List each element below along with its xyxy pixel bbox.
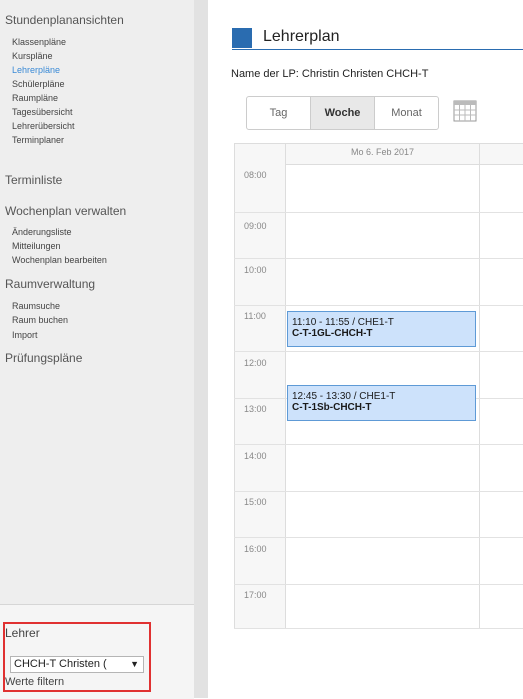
hour-label: 14:00 [244, 451, 267, 461]
nav-section-pruefungsplaene[interactable]: Prüfungspläne [5, 351, 82, 365]
teacher-select-value: CHCH-T Christen ( [14, 658, 107, 670]
event-course: C-T-1Sb-CHCH-T [292, 402, 372, 413]
hour-line [234, 305, 523, 306]
nav-item-tagesuebersicht[interactable]: Tagesübersicht [12, 107, 73, 117]
grid-line [234, 143, 235, 628]
hour-line [234, 258, 523, 259]
nav-item-lehreruebersicht[interactable]: Lehrerübersicht [12, 121, 75, 131]
hour-line [234, 628, 523, 629]
page-title: Lehrerplan [263, 28, 340, 45]
filter-label-lehrer: Lehrer [5, 626, 40, 640]
day-header[interactable]: Mo 6. Feb 2017 [286, 147, 479, 157]
view-month-button[interactable]: Monat [375, 97, 438, 129]
nav-section-raumverwaltung[interactable]: Raumverwaltung [5, 277, 95, 291]
nav-item-lehrerplaene[interactable]: Lehrerpläne [12, 65, 60, 75]
nav-item-import[interactable]: Import [12, 330, 38, 340]
filter-values-link[interactable]: Werte filtern [5, 676, 64, 688]
hour-label: 13:00 [244, 404, 267, 414]
hour-line [234, 584, 523, 585]
nav-section-stundenplanansichten[interactable]: Stundenplanansichten [5, 13, 124, 27]
dropdown-caret-icon: ▼ [130, 659, 139, 669]
hour-label: 15:00 [244, 497, 267, 507]
event-time: 11:10 - 11:55 / CHE1-T [292, 317, 394, 328]
sidebar-splitter[interactable] [194, 0, 208, 698]
view-switch: Tag Woche Monat [246, 96, 439, 130]
nav-item-terminplaner[interactable]: Terminplaner [12, 135, 64, 145]
calendar-event[interactable]: 11:10 - 11:55 / CHE1-T C-T-1GL-CHCH-T [287, 311, 476, 347]
title-marker-icon [232, 28, 252, 48]
hour-line [234, 491, 523, 492]
nav-item-raumsuche[interactable]: Raumsuche [12, 301, 60, 311]
calendar-icon[interactable] [453, 100, 477, 122]
hour-label: 08:00 [244, 170, 267, 180]
hour-label: 09:00 [244, 221, 267, 231]
grid-line [479, 143, 480, 628]
hour-line [234, 212, 523, 213]
nav-item-mitteilungen[interactable]: Mitteilungen [12, 241, 61, 251]
hour-label: 17:00 [244, 590, 267, 600]
calendar-event[interactable]: 12:45 - 13:30 / CHE1-T C-T-1Sb-CHCH-T [287, 385, 476, 421]
hour-line [234, 537, 523, 538]
sidebar: Stundenplanansichten Klassenpläne Kurspl… [0, 0, 194, 698]
title-divider [232, 49, 523, 50]
event-course: C-T-1GL-CHCH-T [292, 328, 373, 339]
nav-section-wochenplan[interactable]: Wochenplan verwalten [5, 204, 126, 218]
time-column [234, 163, 285, 628]
nav-item-wochenplan-bearbeiten[interactable]: Wochenplan bearbeiten [12, 255, 107, 265]
view-week-button[interactable]: Woche [311, 97, 375, 129]
hour-label: 16:00 [244, 544, 267, 554]
nav-item-klassenplaene[interactable]: Klassenpläne [12, 37, 66, 47]
teacher-select[interactable]: CHCH-T Christen ( ▼ [10, 656, 144, 673]
view-day-button[interactable]: Tag [247, 97, 311, 129]
hour-line [234, 444, 523, 445]
nav-item-raum-buchen[interactable]: Raum buchen [12, 315, 68, 325]
hour-label: 11:00 [244, 311, 266, 321]
nav-item-schuelerplaene[interactable]: Schülerpläne [12, 79, 65, 89]
hour-label: 10:00 [244, 265, 267, 275]
teacher-name-label: Name der LP: Christin Christen CHCH-T [231, 68, 429, 80]
nav-item-kursplaene[interactable]: Kurspläne [12, 51, 53, 61]
nav-section-terminliste[interactable]: Terminliste [5, 173, 62, 187]
hour-label: 12:00 [244, 358, 267, 368]
nav-item-raumplaene[interactable]: Raumpläne [12, 93, 58, 103]
event-time: 12:45 - 13:30 / CHE1-T [292, 391, 396, 402]
grid-line [285, 143, 286, 628]
nav-item-aenderungsliste[interactable]: Änderungsliste [12, 227, 72, 237]
hour-line [234, 351, 523, 352]
